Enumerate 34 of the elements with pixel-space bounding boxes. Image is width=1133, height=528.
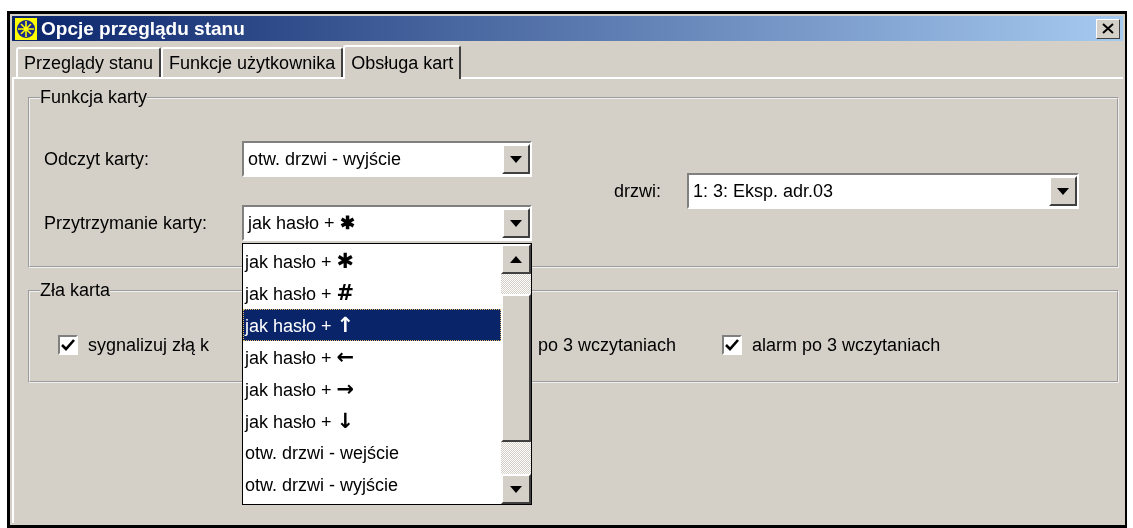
down-arrow-icon [510,219,522,227]
checkbox[interactable] [722,335,743,355]
scroll-down-button[interactable] [501,474,531,504]
dropdown-field[interactable]: otw. drzwi - wyjście [242,141,532,177]
tab[interactable]: Obsługa kart [343,45,462,79]
field-label: drzwi: [614,180,661,202]
checkbox-label: alarm po 3 wczytaniach [752,334,941,356]
checkbox[interactable] [58,335,78,355]
tab[interactable]: Przeglądy stanu [16,47,162,77]
dropdown-button[interactable] [502,144,530,174]
up-arrow-icon [510,255,522,263]
tab[interactable]: Funkcje użytkownika [161,47,344,77]
app-icon [15,17,37,40]
list-option[interactable]: jak hasło + ↑ [243,309,501,341]
field-label: Odczyt karty: [44,148,151,170]
check-icon [725,339,740,351]
down-arrow-icon [510,155,522,163]
dropdown-button[interactable] [1049,176,1077,206]
scroll-thumb[interactable] [501,294,531,442]
close-button[interactable] [1096,18,1120,39]
checkbox-label: po 3 wczytaniach [538,334,677,356]
check-icon [61,339,75,351]
close-icon [1102,23,1114,34]
window-title: Opcje przeglądu stanu [41,17,246,40]
scrollbar[interactable] [501,244,531,504]
scroll-up-button[interactable] [501,244,531,274]
dropdown-field[interactable]: 1: 3: Eksp. adr.03 [687,173,1079,209]
field-label: Przytrzymanie karty: [44,212,209,234]
down-arrow-icon [1057,187,1069,195]
dropdown-button[interactable] [502,208,530,238]
down-arrow-icon [510,485,522,493]
group-title: Funkcja karty [40,87,148,108]
group-title: Zła karta [40,280,111,301]
checkbox-label: sygnalizuj złą k [88,334,211,356]
